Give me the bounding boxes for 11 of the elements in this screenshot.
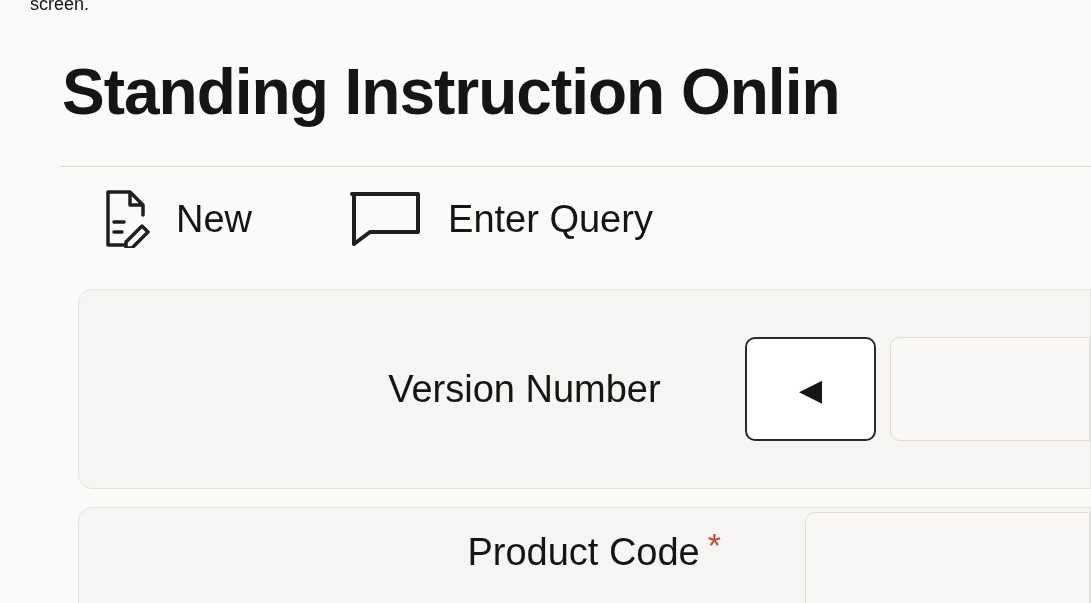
version-input-field[interactable] xyxy=(890,337,1090,441)
caption-text: screen. xyxy=(30,0,90,14)
speech-bubble-icon xyxy=(348,190,423,248)
previous-button[interactable]: ◀ xyxy=(744,337,876,441)
product-code-input-field[interactable] xyxy=(805,512,1090,603)
version-label: Version Number xyxy=(387,366,661,412)
document-edit-icon xyxy=(104,190,150,248)
product-code-label: Product Code xyxy=(467,530,700,574)
new-button[interactable]: New xyxy=(104,190,253,248)
enter-query-button[interactable]: Enter Query xyxy=(348,190,653,248)
required-asterisk: * xyxy=(707,530,721,560)
